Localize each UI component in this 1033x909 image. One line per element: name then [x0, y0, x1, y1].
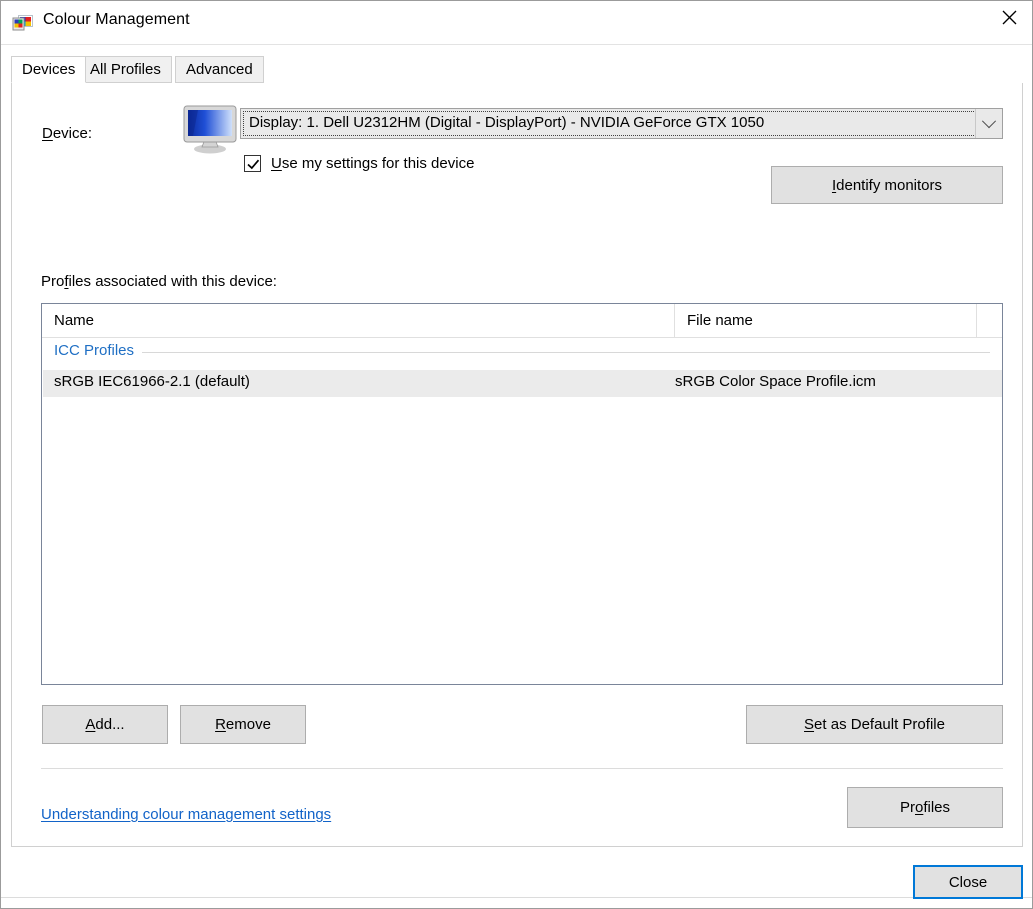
remove-profile-button[interactable]: Remove	[180, 705, 306, 744]
title-bar: Colour Management	[1, 1, 1032, 45]
column-header-name-label: Name	[54, 312, 95, 329]
understanding-colour-management-link[interactable]: Understanding colour management settings	[41, 806, 331, 823]
row-profile-name: sRGB IEC61966-2.1 (default)	[54, 373, 250, 390]
monitor-icon	[180, 103, 240, 155]
footer-divider	[1, 897, 1032, 898]
listview-header: Name File name	[42, 304, 1002, 338]
devices-tab-panel: Device: Display: 1. Dell U2312HM (Digita…	[11, 83, 1023, 847]
tab-advanced[interactable]: Advanced	[175, 56, 264, 83]
column-header-name[interactable]: Name	[42, 304, 674, 337]
tab-devices-label: Devices	[22, 61, 76, 78]
tab-advanced-label: Advanced	[186, 61, 253, 78]
device-label: Device:	[42, 125, 93, 142]
column-header-file-name[interactable]: File name	[674, 304, 976, 337]
set-as-default-profile-label: Set as Default Profile	[804, 716, 945, 733]
row-profile-file-name: sRGB Color Space Profile.icm	[675, 373, 876, 390]
column-header-file-name-label: File name	[687, 312, 753, 329]
tab-strip: Devices All Profiles Advanced	[11, 56, 1023, 84]
add-profile-button[interactable]: Add...	[42, 705, 168, 744]
column-header-extra[interactable]	[976, 304, 1002, 337]
device-combobox[interactable]: Display: 1. Dell U2312HM (Digital - Disp…	[240, 108, 1003, 139]
profiles-button[interactable]: Profiles	[847, 787, 1003, 828]
listview-group-header: ICC Profiles	[54, 342, 990, 359]
window-title: Colour Management	[43, 11, 190, 28]
use-my-settings-label: Use my settings for this device	[271, 155, 475, 172]
checkbox-box	[244, 155, 261, 172]
profiles-listview[interactable]: Name File name ICC Profiles sRGB IEC6196…	[41, 303, 1003, 685]
use-my-settings-checkbox[interactable]: Use my settings for this device	[244, 155, 474, 172]
listview-group-rule	[142, 351, 990, 353]
tab-all-profiles[interactable]: All Profiles	[79, 56, 172, 83]
remove-profile-label: Remove	[215, 716, 271, 733]
close-button[interactable]: Close	[913, 865, 1023, 899]
section-divider	[41, 768, 1003, 769]
table-row[interactable]: sRGB IEC61966-2.1 (default) sRGB Color S…	[43, 370, 1002, 397]
tab-all-profiles-label: All Profiles	[90, 61, 161, 78]
set-as-default-profile-button[interactable]: Set as Default Profile	[746, 705, 1003, 744]
close-icon[interactable]	[986, 1, 1032, 34]
identify-monitors-label: Identify monitors	[831, 176, 943, 194]
close-button-label: Close	[948, 873, 988, 891]
profiles-associated-label: Profiles associated with this device:	[41, 273, 277, 290]
listview-group-header-label: ICC Profiles	[54, 342, 135, 359]
colour-management-window: Colour Management Devices All Profiles A…	[0, 0, 1033, 909]
chevron-down-icon[interactable]	[975, 109, 1002, 138]
identify-monitors-button[interactable]: Identify monitors	[771, 166, 1003, 204]
colour-management-icon	[12, 13, 34, 33]
profiles-button-label: Profiles	[899, 799, 951, 816]
add-profile-label: Add...	[85, 716, 125, 733]
device-combobox-value: Display: 1. Dell U2312HM (Digital - Disp…	[249, 114, 765, 131]
tab-devices[interactable]: Devices	[11, 56, 87, 83]
